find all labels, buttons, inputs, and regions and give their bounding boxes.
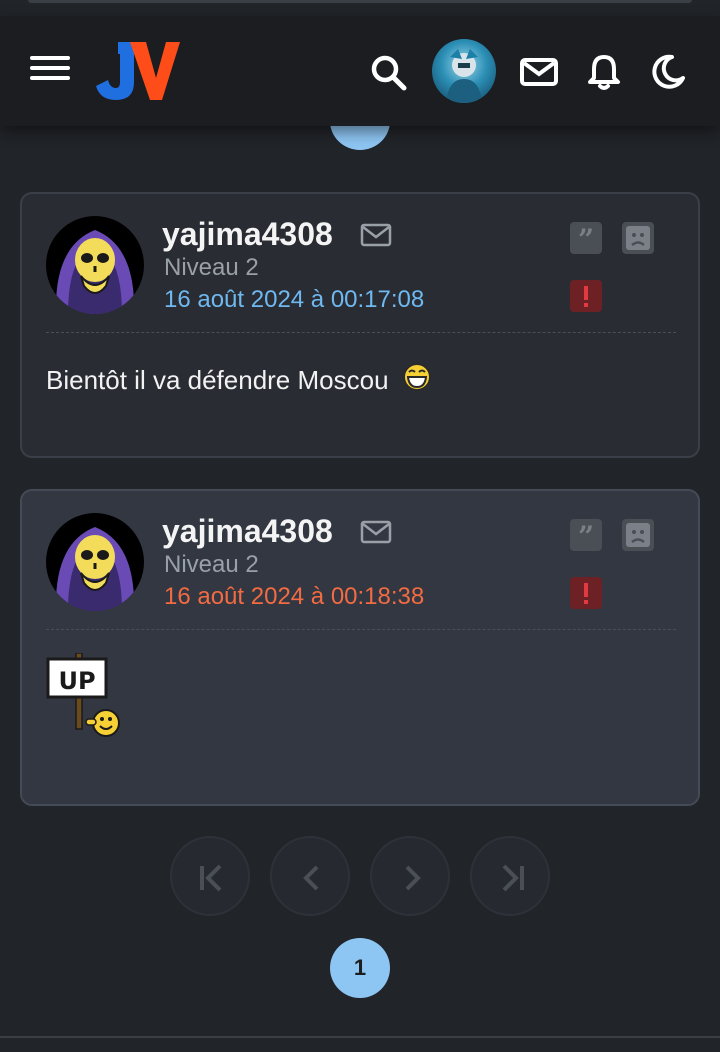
first-page-button[interactable] bbox=[170, 836, 250, 916]
post-avatar[interactable] bbox=[46, 216, 144, 314]
post-level: Niveau 2 bbox=[164, 551, 259, 578]
jv-logo[interactable] bbox=[94, 38, 184, 104]
quote-icon: ” bbox=[578, 223, 594, 256]
mail-icon[interactable] bbox=[519, 52, 559, 92]
last-page-button[interactable] bbox=[470, 836, 550, 916]
menu-icon[interactable] bbox=[30, 56, 70, 86]
svg-text:UP: UP bbox=[58, 667, 95, 695]
forum-post: yajima4308 Niveau 2 16 août 2024 à 00:18… bbox=[20, 489, 700, 806]
post-level: Niveau 2 bbox=[164, 254, 259, 281]
post-date[interactable]: 16 août 2024 à 00:18:38 bbox=[164, 583, 442, 611]
user-avatar[interactable] bbox=[432, 39, 496, 103]
current-page-button[interactable]: 1 bbox=[330, 938, 390, 998]
quote-button[interactable]: ” bbox=[570, 519, 602, 553]
quote-button[interactable]: ” bbox=[570, 222, 602, 256]
svg-text:”: ” bbox=[578, 520, 594, 551]
sad-face-icon bbox=[626, 523, 650, 547]
top-strip bbox=[28, 0, 692, 3]
bell-icon[interactable] bbox=[584, 52, 624, 92]
app-header bbox=[0, 16, 720, 126]
chevron-left-icon bbox=[303, 865, 319, 891]
chevron-right-icon bbox=[405, 865, 421, 891]
first-page-icon bbox=[200, 864, 222, 892]
moon-icon[interactable] bbox=[648, 52, 688, 92]
blacklist-button[interactable] bbox=[622, 519, 654, 551]
up-sign-sticker: UP bbox=[46, 653, 120, 737]
sad-face-icon bbox=[626, 226, 650, 250]
bottom-divider bbox=[0, 1036, 720, 1038]
report-button[interactable] bbox=[570, 577, 602, 609]
next-page-button[interactable] bbox=[370, 836, 450, 916]
post-username[interactable]: yajima4308 bbox=[162, 216, 333, 253]
report-button[interactable] bbox=[570, 280, 602, 312]
post-message: Bientôt il va défendre Moscou bbox=[46, 362, 432, 396]
post-divider bbox=[46, 629, 676, 630]
post-username[interactable]: yajima4308 bbox=[162, 513, 333, 550]
alert-icon bbox=[584, 583, 588, 604]
forum-post: yajima4308 Niveau 2 16 août 2024 à 00:17… bbox=[20, 192, 700, 458]
alert-icon bbox=[584, 286, 588, 307]
laughing-emoji-icon bbox=[402, 363, 431, 391]
previous-page-button[interactable] bbox=[270, 836, 350, 916]
last-page-icon bbox=[502, 864, 524, 892]
post-divider bbox=[46, 332, 676, 333]
search-icon[interactable] bbox=[368, 52, 408, 92]
post-avatar[interactable] bbox=[46, 513, 144, 611]
private-message-icon[interactable] bbox=[360, 222, 392, 248]
quote-icon: ” bbox=[578, 520, 594, 553]
post-date[interactable]: 16 août 2024 à 00:17:08 bbox=[164, 286, 424, 314]
blacklist-button[interactable] bbox=[622, 222, 654, 254]
svg-text:”: ” bbox=[578, 223, 594, 254]
private-message-icon[interactable] bbox=[360, 519, 392, 545]
